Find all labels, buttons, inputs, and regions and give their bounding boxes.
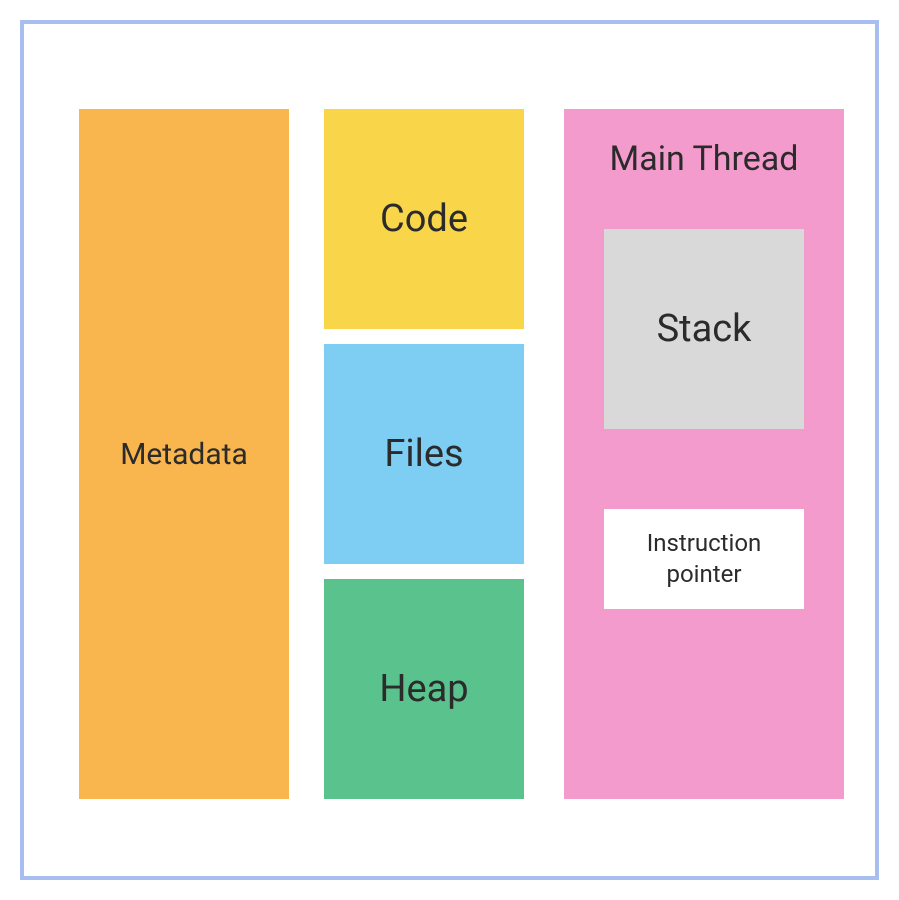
files-label: Files [384, 432, 463, 476]
memory-segments-column: Code Files Heap [324, 109, 524, 799]
thread-title: Main Thread [610, 139, 799, 179]
metadata-label: Metadata [120, 437, 248, 472]
diagram-frame: Metadata Code Files Heap Main Thread Sta… [20, 20, 879, 880]
stack-label: Stack [657, 307, 752, 351]
heap-label: Heap [379, 667, 468, 711]
heap-box: Heap [324, 579, 524, 799]
stack-box: Stack [604, 229, 804, 429]
code-box: Code [324, 109, 524, 329]
instruction-pointer-line1: Instruction [647, 528, 762, 559]
metadata-box: Metadata [79, 109, 289, 799]
instruction-pointer-box: Instruction pointer [604, 509, 804, 609]
main-thread-box: Main Thread Stack Instruction pointer [564, 109, 844, 799]
code-label: Code [380, 197, 468, 241]
files-box: Files [324, 344, 524, 564]
instruction-pointer-line2: pointer [667, 559, 742, 590]
